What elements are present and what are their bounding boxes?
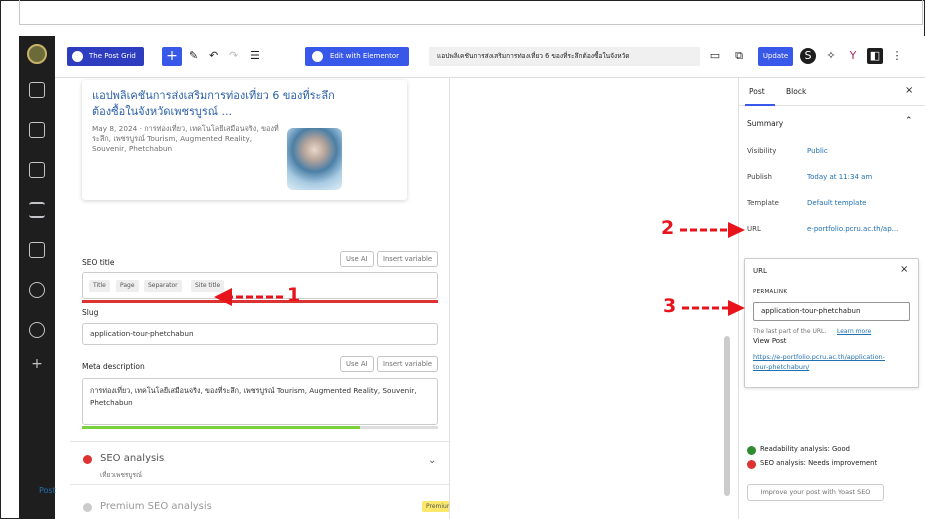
arrow-2-head — [728, 222, 745, 238]
annotation-1: 1 — [287, 284, 301, 306]
arrow-3-head — [728, 300, 745, 316]
arrow-1-head — [214, 288, 232, 306]
annotation-2: 2 — [661, 217, 675, 239]
annotation-3: 3 — [663, 295, 677, 317]
annotation-arrows — [214, 222, 745, 316]
